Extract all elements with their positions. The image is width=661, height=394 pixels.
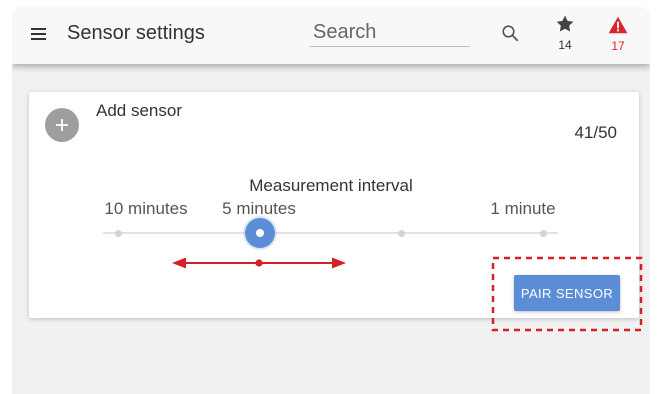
sensor-count: 41/50 (574, 123, 617, 142)
interval-label-5-min: 5 minutes (222, 199, 296, 218)
interval-label-1-min: 1 minute (490, 199, 556, 218)
alerts-count: 17 (611, 39, 625, 53)
interval-title: Measurement interval (249, 176, 413, 195)
alerts-button[interactable]: 17 (606, 16, 630, 56)
search-button[interactable] (501, 24, 519, 42)
favorites-count: 14 (558, 38, 572, 52)
search-input[interactable] (310, 18, 470, 47)
star-icon (556, 15, 574, 32)
pair-sensor-button[interactable]: PAIR SENSOR (514, 275, 620, 311)
menu-button[interactable] (29, 24, 48, 43)
interval-slider[interactable] (103, 218, 558, 248)
interval-label-10-min: 10 minutes (104, 199, 188, 218)
search-icon (502, 25, 519, 42)
app-window: Sensor settings 14 17 (12, 7, 650, 394)
top-app-bar: Sensor settings 14 17 (12, 7, 650, 64)
menu-icon (31, 28, 46, 40)
plus-icon (56, 119, 68, 131)
interval-slider-track[interactable] (103, 232, 558, 234)
add-sensor-label: Add sensor (96, 101, 182, 120)
warning-icon (608, 16, 628, 34)
interval-slider-stop[interactable] (397, 229, 405, 237)
interval-slider-stop[interactable] (114, 229, 122, 237)
sensor-card: Add sensor 41/50 Measurement interval 10… (29, 92, 639, 318)
interval-slider-thumb[interactable] (244, 218, 275, 248)
thumb-center-dot (255, 229, 264, 237)
interval-slider-stop[interactable] (539, 229, 547, 237)
add-sensor-button[interactable] (45, 108, 79, 142)
page-title: Sensor settings (67, 22, 205, 44)
favorites-button[interactable]: 14 (553, 14, 577, 54)
